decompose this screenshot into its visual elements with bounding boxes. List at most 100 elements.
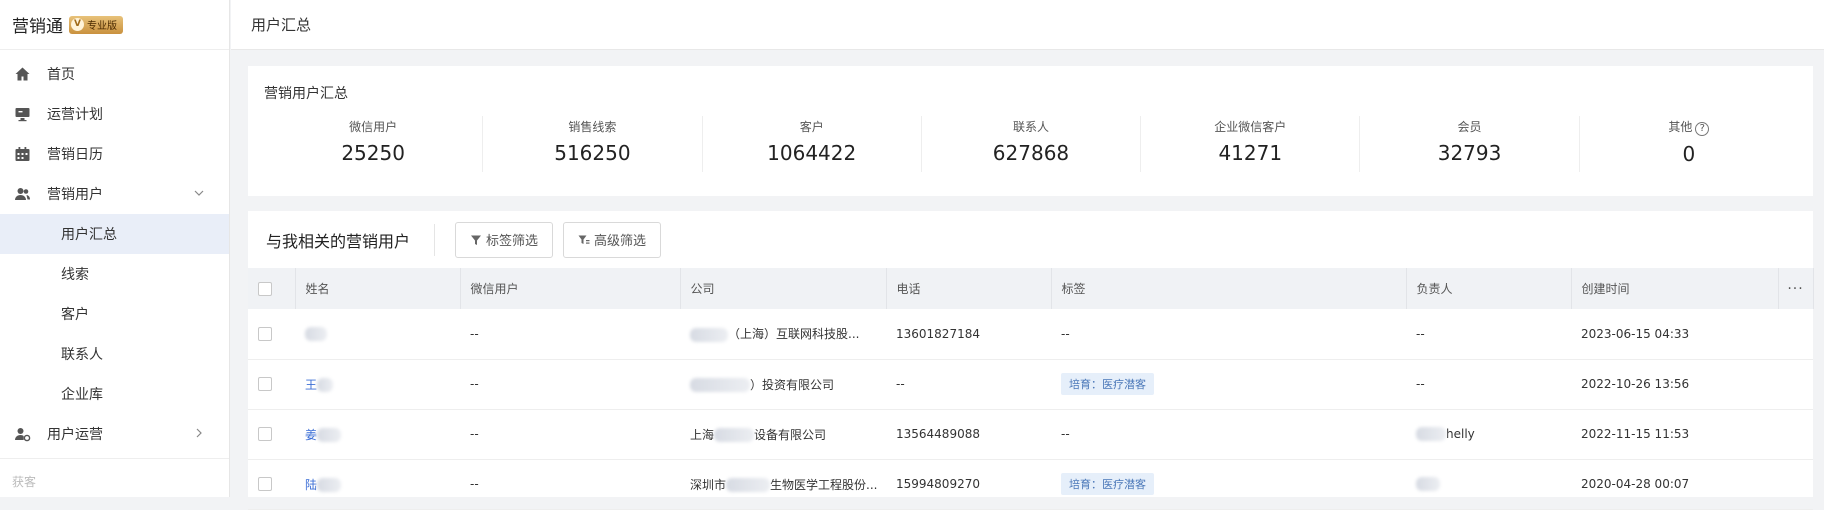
sidebar-subitem-contacts[interactable]: 联系人	[0, 334, 229, 374]
sidebar-subitem-customers[interactable]: 客户	[0, 294, 229, 334]
cell-tags: 培育：医疗潜客	[1051, 459, 1406, 510]
column-header-company[interactable]: 公司	[680, 268, 887, 309]
sidebar-subitem-leads[interactable]: 线索	[0, 254, 229, 294]
stat-label: 联系人	[1012, 120, 1049, 134]
column-header-name[interactable]: 姓名	[295, 268, 461, 309]
sidebar-subitem-user-summary[interactable]: 用户汇总	[0, 214, 229, 254]
stat-label: 会员	[1457, 120, 1482, 134]
sidebar-item-calendar[interactable]: 营销日历	[0, 134, 229, 174]
summary-title: 营销用户汇总	[264, 86, 348, 102]
chevron-right-icon[interactable]	[193, 427, 205, 439]
column-settings-button[interactable]: ···	[1778, 268, 1814, 309]
cell-tags: 培育：医疗潜客	[1051, 359, 1406, 410]
cell-owner: helly	[1406, 409, 1571, 460]
cell-phone: --	[886, 359, 1051, 410]
header-select-all	[248, 268, 296, 309]
tag-filter-button[interactable]: 标签筛选	[455, 221, 554, 258]
row-checkbox[interactable]	[258, 327, 272, 341]
chevron-down-icon[interactable]	[193, 187, 205, 199]
table-row[interactable]: 陆 -- 深圳市 生物医学工程股份... 15994809270 培育：医疗潜客 …	[248, 459, 1813, 510]
stat-value: 32793	[1437, 141, 1502, 165]
sidebar-item-user-ops[interactable]: 用户运营	[0, 414, 229, 454]
column-header-owner[interactable]: 负责人	[1406, 268, 1572, 309]
cell-actions	[1778, 309, 1813, 360]
edition-badge: V 专业版	[69, 15, 123, 34]
cell-company: 深圳市 生物医学工程股份...	[680, 459, 886, 510]
advanced-filter-button[interactable]: 高级筛选	[563, 221, 662, 258]
sidebar-subitem-enterprise-lib[interactable]: 企业库	[0, 374, 229, 414]
column-header-wechat[interactable]: 微信用户	[460, 268, 681, 309]
table-row[interactable]: 王 -- ）投资有限公司 -- 培育：医疗潜客 -- 2022-10-26 13…	[248, 359, 1813, 410]
cell-name	[295, 309, 460, 360]
sidebar-item-home[interactable]: 首页	[0, 54, 229, 94]
table-toolbar: 与我相关的营销用户 标签筛选 高级筛选	[248, 211, 1813, 268]
cell-wechat: --	[460, 359, 680, 410]
tag-badge[interactable]: 培育：医疗潜客	[1061, 473, 1154, 495]
stat-customers[interactable]: 客户 1064422	[703, 116, 922, 172]
company-text: （上海）互联网科技股...	[728, 327, 860, 342]
stat-sales-leads[interactable]: 销售线索 516250	[483, 116, 703, 172]
stat-wecom-customers[interactable]: 企业微信客户 41271	[1141, 116, 1361, 172]
sidebar-item-marketing-users[interactable]: 营销用户	[0, 174, 229, 214]
sidebar-item-label: 用户运营	[47, 427, 103, 443]
redacted-text	[317, 378, 334, 392]
stat-others[interactable]: 其他? 0	[1580, 116, 1798, 172]
cell-tags: --	[1051, 309, 1406, 360]
stat-value: 1064422	[767, 141, 857, 165]
stat-label: 客户	[799, 120, 824, 134]
stat-members[interactable]: 会员 32793	[1360, 116, 1580, 172]
stat-label: 销售线索	[568, 120, 617, 134]
redacted-text	[690, 327, 728, 342]
stat-wechat-users[interactable]: 微信用户 25250	[264, 116, 484, 172]
row-checkbox[interactable]	[258, 377, 272, 392]
tag-badge[interactable]: 培育：医疗潜客	[1061, 373, 1154, 395]
stat-label: 其他	[1668, 120, 1693, 134]
stat-contacts[interactable]: 联系人 627868	[922, 116, 1142, 172]
monitor-icon	[15, 108, 30, 122]
cell-owner	[1406, 459, 1571, 510]
sidebar-item-plan[interactable]: 运营计划	[0, 94, 229, 134]
redacted-text	[726, 478, 771, 492]
cell-phone: 13564489088	[886, 409, 1051, 460]
row-checkbox[interactable]	[258, 427, 272, 442]
help-icon[interactable]: ?	[1695, 122, 1710, 136]
advanced-filter-icon	[578, 235, 590, 244]
row-checkbox[interactable]	[258, 477, 272, 492]
divider	[434, 223, 436, 256]
cell-created: 2022-10-26 13:56	[1571, 359, 1778, 410]
cell-actions	[1778, 459, 1813, 510]
cell-phone: 13601827184	[886, 309, 1051, 360]
cell-company: （上海）互联网科技股...	[680, 309, 886, 360]
stat-value: 41271	[1218, 141, 1283, 165]
user-name-link[interactable]: 陆	[305, 478, 317, 492]
owner-text: helly	[1446, 426, 1475, 441]
users-table-card: 与我相关的营销用户 标签筛选 高级筛选 姓名 微信用户 公司 电话 标签 负责人…	[248, 211, 1814, 510]
user-name-link[interactable]: 王	[305, 378, 317, 392]
redacted-text	[714, 428, 755, 442]
cell-tags: --	[1051, 409, 1406, 460]
cell-wechat: --	[460, 459, 680, 510]
column-header-created[interactable]: 创建时间	[1571, 268, 1779, 309]
redacted-text	[690, 378, 750, 392]
cell-name: 陆	[295, 459, 460, 510]
cell-owner: --	[1406, 309, 1571, 360]
column-header-tags[interactable]: 标签	[1051, 268, 1407, 309]
column-header-phone[interactable]: 电话	[886, 268, 1052, 309]
stat-value: 25250	[341, 141, 405, 165]
home-icon	[15, 67, 30, 81]
select-all-checkbox[interactable]	[258, 281, 272, 296]
table-row[interactable]: -- （上海）互联网科技股... 13601827184 -- -- 2023-…	[248, 309, 1813, 360]
redacted-text	[317, 478, 342, 492]
cell-company: 上海 设备有限公司	[680, 409, 886, 460]
cell-wechat: --	[460, 309, 680, 360]
user-name-link[interactable]: 姜	[305, 428, 317, 442]
cell-actions	[1778, 359, 1813, 410]
sidebar-item-label: 首页	[47, 67, 75, 83]
sidebar-section-acquire[interactable]: 获客	[0, 459, 229, 504]
stat-value: 627868	[992, 141, 1070, 165]
redacted-text	[1416, 477, 1440, 492]
tag-filter-label: 标签筛选	[486, 233, 539, 248]
stat-label: 企业微信客户	[1214, 120, 1287, 134]
redacted-text	[1416, 427, 1446, 442]
table-row[interactable]: 姜 -- 上海 设备有限公司 13564489088 -- helly 2022-…	[248, 409, 1813, 460]
